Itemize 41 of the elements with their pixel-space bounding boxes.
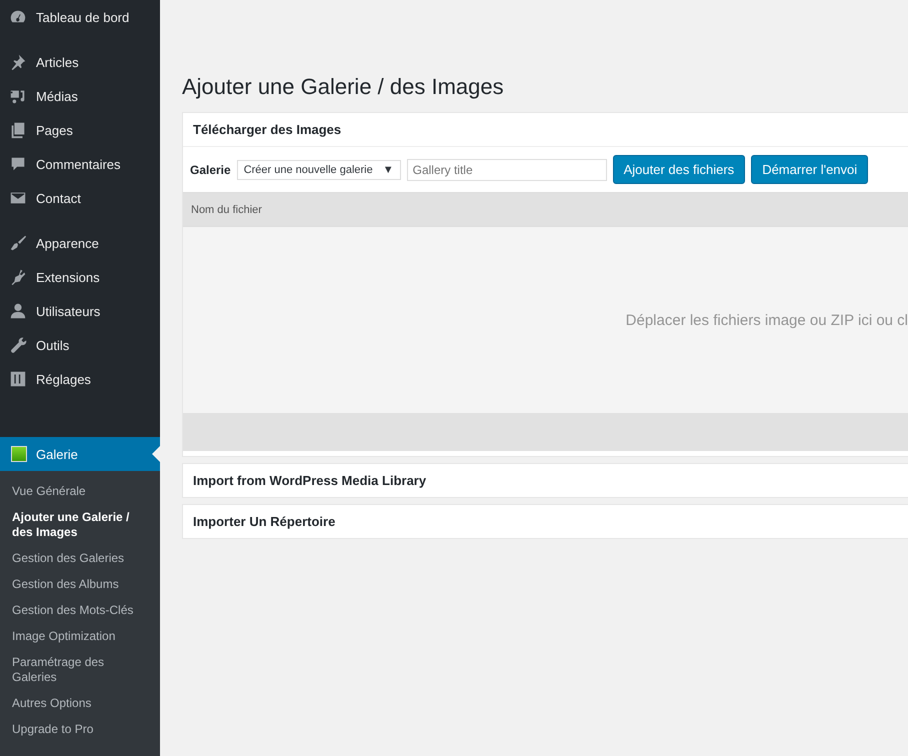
menu-item[interactable]: Apparence [0,226,160,260]
menu-item[interactable]: Médias [0,79,160,113]
wrench-icon [9,336,27,354]
title-field[interactable]: Gallery title [406,158,607,180]
submenu-item[interactable]: Gestion des Mots-Clés [0,598,160,624]
menu-item[interactable]: Tableau de bord [0,0,160,34]
pin-icon [9,53,27,71]
upload-button[interactable]: Démarrer l'envoi [751,155,868,184]
menu-item[interactable]: Pages [0,113,160,147]
submenu-item[interactable]: Image Optimization [0,624,160,650]
column-header: Nom du fichier [183,192,908,226]
menu-item[interactable]: Utilisateurs [0,294,160,328]
submenu-item[interactable]: Gestion des Galeries [0,546,160,572]
collapsed-panel[interactable]: Importer Un Répertoire [182,504,908,539]
menu-item[interactable]: Réglages [0,362,160,396]
collapsed-panel[interactable]: Import from WordPress Media Library [182,463,908,498]
caret-icon: ▼ [382,164,394,176]
menu-item[interactable]: Outils [0,328,160,362]
gallery-icon [11,446,27,462]
brush-icon [9,234,27,252]
pages-icon [9,121,27,139]
submenu-item[interactable]: Autres Options [0,691,160,717]
menu-item[interactable]: Extensions [0,260,160,294]
comment-icon [9,155,27,173]
submenu-item[interactable]: Gestion des Albums [0,572,160,598]
menu-item-current[interactable]: Galerie [0,437,160,471]
drop-hint: Déplacer les fichiers image ou ZIP ici ou cl [626,312,908,328]
submenu-item[interactable]: Ajouter une Galerie / des Images [0,505,160,546]
panel-title: Télécharger des Images [193,122,342,137]
gallery-select[interactable]: Créer une nouvelle galerie ▼ [236,160,401,180]
submenu-item[interactable]: Paramétrage des Galeries [0,650,160,691]
page-title: Ajouter une Galerie / des Images [182,74,505,100]
gallery-label: Galerie [190,162,231,176]
user-icon [9,302,27,320]
menu-item[interactable]: Articles [0,45,160,79]
submenu-item[interactable]: Upgrade to Pro [0,717,160,743]
menu-item[interactable]: Contact [0,181,160,215]
upload-button[interactable]: Ajouter des fichiers [612,155,746,184]
plug-icon [9,268,27,286]
submenu-item[interactable]: Vue Générale [0,479,160,505]
menu-item[interactable]: Commentaires [0,147,160,181]
